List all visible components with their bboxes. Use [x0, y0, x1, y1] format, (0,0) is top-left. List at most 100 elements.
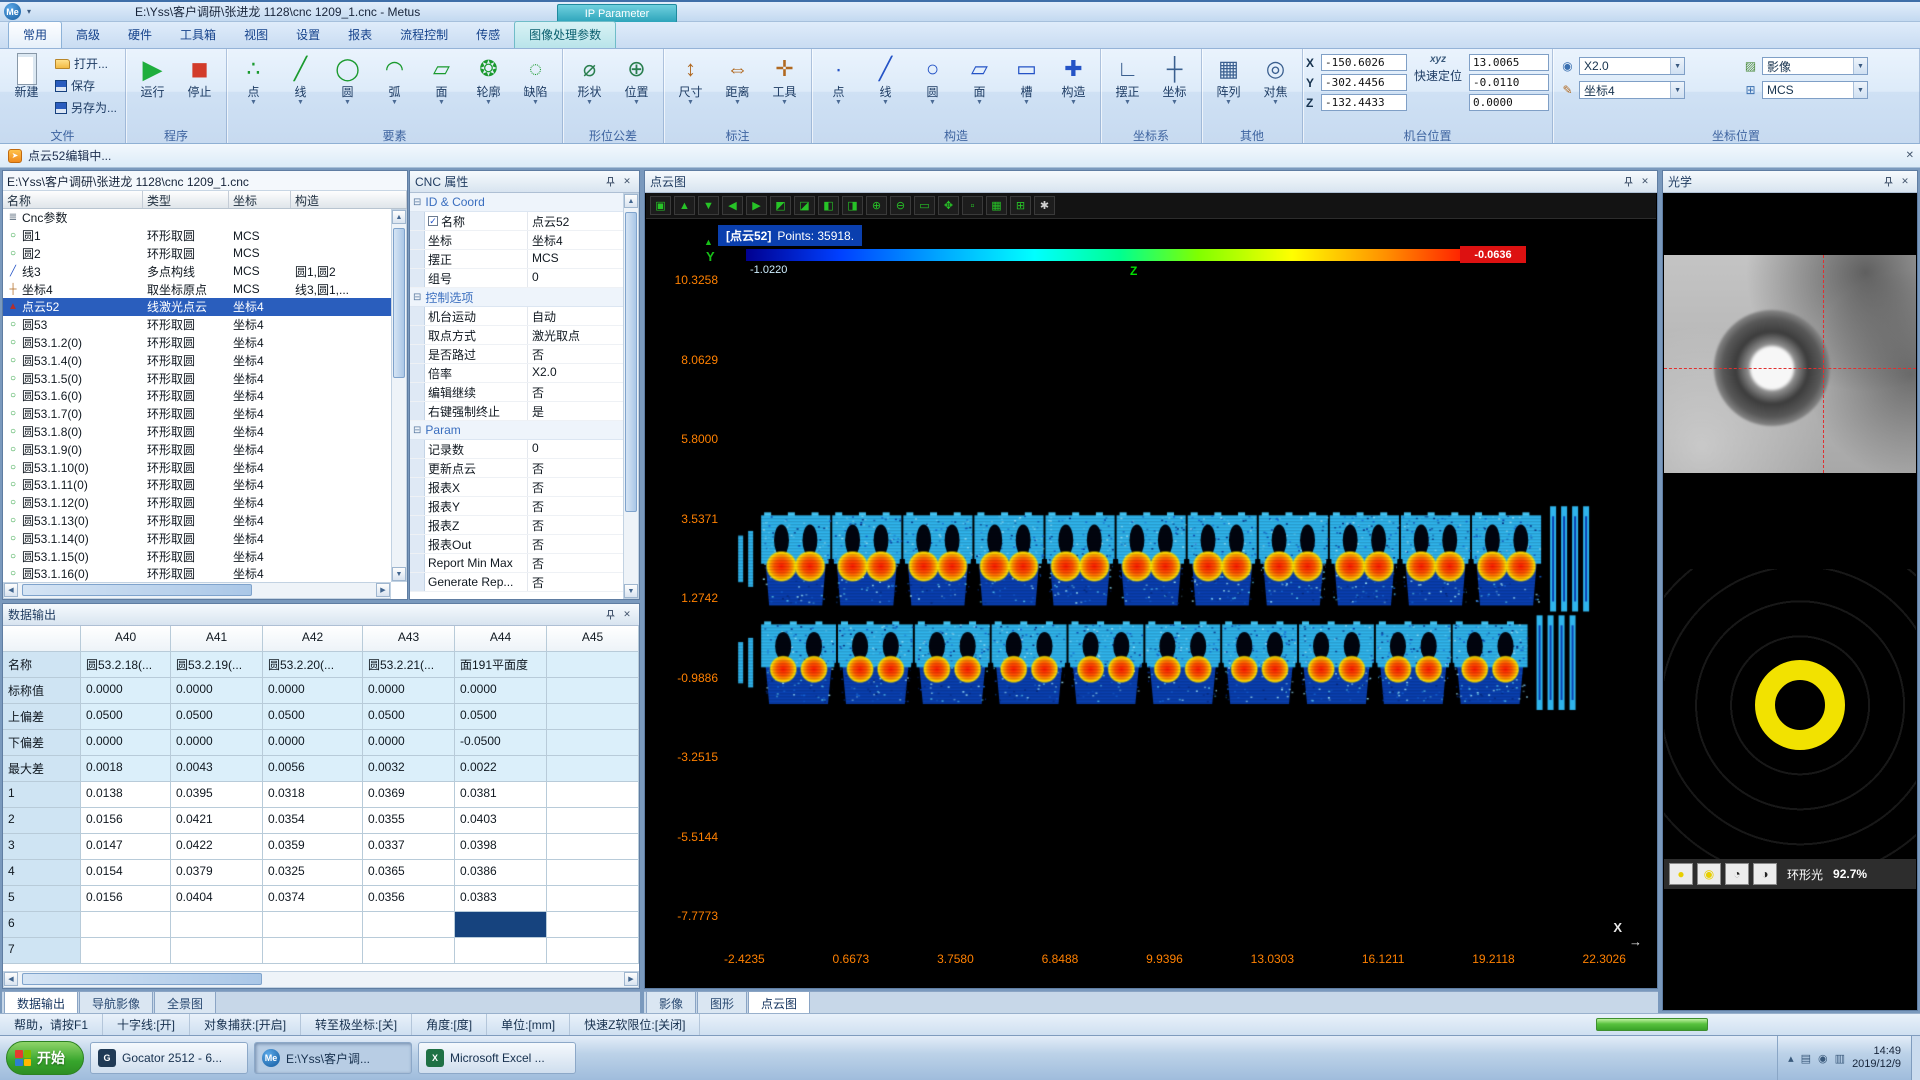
- network-icon[interactable]: ▥: [1835, 1052, 1845, 1065]
- ribbon-button-cs-coord[interactable]: ┼坐标▼: [1151, 51, 1198, 109]
- tree-row[interactable]: ╱线3多点构线MCS圆1,圆2: [3, 262, 391, 280]
- quadrant-b-icon[interactable]: ◑: [1753, 863, 1777, 885]
- grid-icon[interactable]: ⊞: [1010, 196, 1031, 215]
- task-button[interactable]: GGocator 2512 - 6...: [90, 1042, 248, 1074]
- ribbon-tab[interactable]: 常用: [8, 21, 62, 48]
- data-cell[interactable]: 0.0386: [455, 860, 547, 886]
- property-value[interactable]: 点云52: [528, 212, 623, 230]
- data-cell[interactable]: 圆53.2.20(...: [263, 652, 363, 678]
- tree-column-header[interactable]: 类型: [143, 191, 229, 208]
- props-vertical-scrollbar[interactable]: ▲ ▼: [623, 193, 639, 599]
- data-cell[interactable]: 0.0000: [455, 678, 547, 704]
- data-cell[interactable]: 0.0422: [171, 834, 263, 860]
- ribbon-button-cs-align[interactable]: ∟摆正▼: [1104, 51, 1151, 109]
- property-value[interactable]: 0: [528, 440, 623, 458]
- data-cell[interactable]: 0.0369: [363, 782, 455, 808]
- quadrant-a-icon[interactable]: ◔: [1725, 863, 1749, 885]
- zoom-out-icon[interactable]: ⊖: [890, 196, 911, 215]
- data-cell[interactable]: [547, 834, 639, 860]
- close-icon[interactable]: ✕: [620, 175, 634, 189]
- column-header[interactable]: A43: [363, 626, 455, 652]
- image-source-combo[interactable]: 影像▼: [1762, 57, 1868, 75]
- property-value[interactable]: 否: [528, 345, 623, 363]
- property-value[interactable]: 否: [528, 535, 623, 553]
- data-cell[interactable]: 面191平面度: [455, 652, 547, 678]
- row-header[interactable]: 下偏差: [3, 730, 81, 756]
- row-header[interactable]: 4: [3, 860, 81, 886]
- hidden-icons-icon[interactable]: ▴: [1788, 1052, 1794, 1065]
- row-header[interactable]: 最大差: [3, 756, 81, 782]
- tree-row[interactable]: ○圆53.1.11(0)环形取圆坐标4: [3, 476, 391, 494]
- chevron-down-icon[interactable]: ▼: [1853, 82, 1867, 98]
- scroll-right-icon[interactable]: ▶: [624, 972, 638, 986]
- zoom-in-icon[interactable]: ⊕: [866, 196, 887, 215]
- rotate-right-icon[interactable]: ▶: [746, 196, 767, 215]
- scroll-up-icon[interactable]: ▲: [392, 210, 406, 224]
- tree-row[interactable]: ○圆53.1.14(0)环形取圆坐标4: [3, 529, 391, 547]
- close-icon[interactable]: ✕: [1906, 150, 1914, 161]
- tree-row[interactable]: ○圆53.1.5(0)环形取圆坐标4: [3, 369, 391, 387]
- data-cell[interactable]: [547, 912, 639, 938]
- data-cell[interactable]: 0.0403: [455, 808, 547, 834]
- chevron-down-icon[interactable]: ▼: [1853, 58, 1867, 74]
- property-value[interactable]: 否: [528, 573, 623, 591]
- data-cell[interactable]: 圆53.2.18(...: [81, 652, 171, 678]
- status-item[interactable]: 快速Z软限位:[关闭]: [570, 1014, 700, 1035]
- data-cell[interactable]: 0.0000: [263, 730, 363, 756]
- ribbon-button-con-slot[interactable]: ▭槽▼: [1003, 51, 1050, 109]
- ribbon-button-stop[interactable]: ◼停止: [176, 51, 223, 101]
- tree-column-header[interactable]: 构造: [291, 191, 407, 208]
- collapse-icon[interactable]: ⊟: [413, 292, 421, 303]
- data-cell[interactable]: 0.0381: [455, 782, 547, 808]
- select-points-icon[interactable]: ▫: [962, 196, 983, 215]
- view-iso-icon[interactable]: ◩: [770, 196, 791, 215]
- chevron-down-icon[interactable]: ▼: [1670, 82, 1684, 98]
- property-value[interactable]: 坐标4: [528, 231, 623, 249]
- pin-icon[interactable]: [1621, 175, 1635, 189]
- ribbon-button-feat-plane[interactable]: ▱面▼: [418, 51, 465, 109]
- ribbon-button-feat-line[interactable]: ╱线▼: [277, 51, 324, 109]
- property-value[interactable]: 否: [528, 478, 623, 496]
- property-value[interactable]: MCS: [528, 250, 623, 268]
- data-cell[interactable]: 0.0156: [81, 886, 171, 912]
- tree-row[interactable]: ○圆53.1.6(0)环形取圆坐标4: [3, 387, 391, 405]
- ribbon-button-gdt-form[interactable]: ⌀形状▼: [566, 51, 613, 109]
- data-cell[interactable]: 0.0500: [455, 704, 547, 730]
- tree-row[interactable]: ○圆53环形取圆坐标4: [3, 316, 391, 334]
- ribbon-button-dim-distance[interactable]: ⇔距离▼: [714, 51, 761, 109]
- ribbon-tab[interactable]: 高级: [62, 22, 114, 48]
- property-value[interactable]: 是: [528, 402, 623, 420]
- property-value[interactable]: X2.0: [528, 364, 623, 382]
- pin-icon[interactable]: [603, 608, 617, 622]
- tree-row[interactable]: ○圆53.1.8(0)环形取圆坐标4: [3, 423, 391, 441]
- tree-row[interactable]: ○圆53.1.15(0)环形取圆坐标4: [3, 547, 391, 565]
- scrollbar-thumb[interactable]: [393, 228, 405, 378]
- data-cell[interactable]: [547, 704, 639, 730]
- column-header[interactable]: A42: [263, 626, 363, 652]
- show-desktop-button[interactable]: [1911, 1036, 1920, 1080]
- property-value[interactable]: 否: [528, 383, 623, 401]
- ribbon-button-new-doc[interactable]: 新建: [3, 51, 50, 101]
- task-button[interactable]: XMicrosoft Excel ...: [418, 1042, 576, 1074]
- property-value[interactable]: 0: [528, 269, 623, 287]
- color-map-icon[interactable]: ▦: [986, 196, 1007, 215]
- data-cell[interactable]: 0.0404: [171, 886, 263, 912]
- column-header[interactable]: A44: [455, 626, 547, 652]
- data-cell[interactable]: 0.0138: [81, 782, 171, 808]
- ribbon-tab[interactable]: 图像处理参数: [514, 21, 616, 48]
- checkbox-icon[interactable]: ✓: [428, 216, 438, 226]
- rotate-up-icon[interactable]: ▲: [674, 196, 695, 215]
- collapse-icon[interactable]: ⊟: [413, 197, 421, 208]
- pointcloud-canvas[interactable]: [724, 273, 1628, 934]
- ribbon-tab[interactable]: 传感: [462, 22, 514, 48]
- data-cell[interactable]: [263, 912, 363, 938]
- data-cell[interactable]: 0.0359: [263, 834, 363, 860]
- data-cell[interactable]: [547, 756, 639, 782]
- start-button[interactable]: 开始: [6, 1041, 84, 1075]
- data-cell[interactable]: 圆53.2.19(...: [171, 652, 263, 678]
- volume-icon[interactable]: ◉: [1818, 1052, 1828, 1065]
- tree-row[interactable]: ○圆53.1.9(0)环形取圆坐标4: [3, 440, 391, 458]
- data-cell[interactable]: 0.0018: [81, 756, 171, 782]
- data-cell[interactable]: [547, 860, 639, 886]
- row-header[interactable]: 7: [3, 938, 81, 964]
